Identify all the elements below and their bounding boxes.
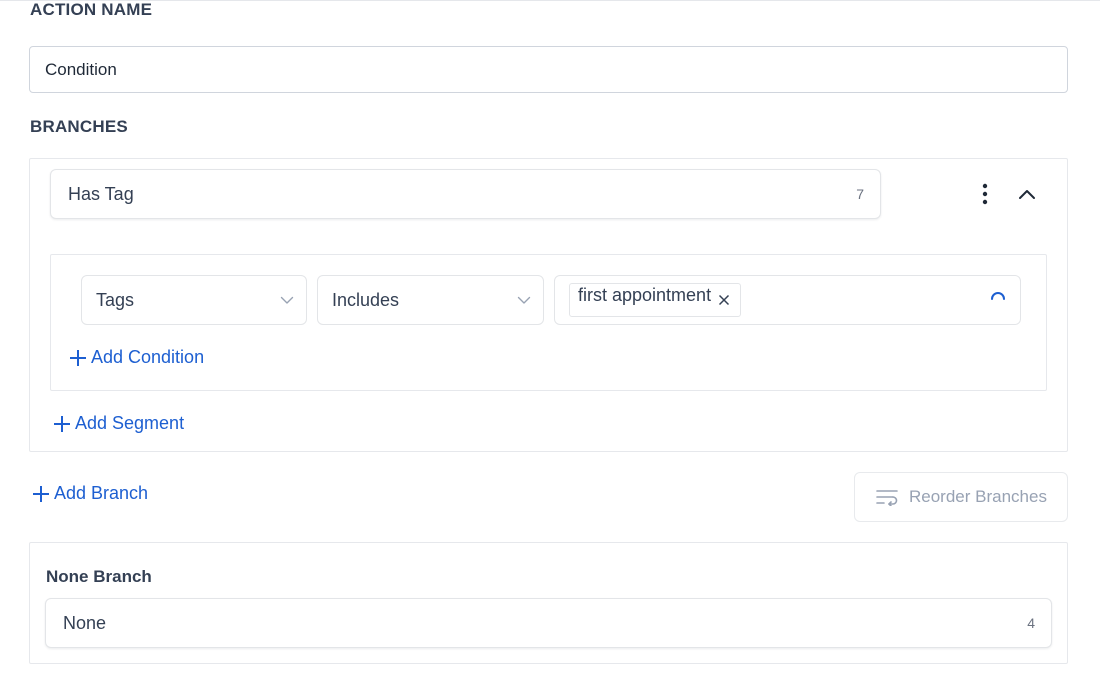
top-divider (0, 0, 1100, 1)
branches-label: BRANCHES (30, 117, 128, 136)
chevron-down-icon (517, 296, 531, 304)
condition-field-value: Tags (96, 289, 135, 310)
reorder-icon (876, 490, 898, 506)
tag-chip: first appointment (569, 283, 742, 317)
condition-operator-select[interactable]: Includes (317, 275, 544, 325)
collapse-chevron-up-icon[interactable] (1013, 180, 1041, 208)
none-branch-input[interactable]: None 4 (45, 598, 1052, 648)
plus-icon (33, 485, 49, 502)
branch-name-char-count: 7 (856, 186, 864, 202)
add-condition-label: Add Condition (91, 347, 205, 367)
add-condition-button[interactable]: Add Condition (69, 347, 204, 368)
none-branch-char-count: 4 (1027, 615, 1035, 631)
remove-tag-icon[interactable] (718, 294, 730, 306)
add-branch-label: Add Branch (54, 483, 149, 503)
none-branch-label: None Branch (46, 567, 152, 586)
action-name-label: ACTION NAME (30, 0, 153, 19)
add-segment-button[interactable]: Add Segment (53, 413, 184, 434)
none-branch-value: None (63, 612, 107, 633)
action-name-input[interactable]: Condition (29, 46, 1068, 93)
chevron-down-icon (280, 296, 294, 304)
loading-spinner-icon (991, 292, 1005, 300)
branch-name-input[interactable]: Has Tag 7 (50, 169, 881, 219)
add-branch-button[interactable]: Add Branch (32, 483, 148, 504)
reorder-branches-label: Reorder Branches (909, 487, 1047, 506)
more-options-icon[interactable] (971, 180, 999, 208)
tag-chip-label: first appointment (578, 284, 712, 305)
condition-operator-value: Includes (332, 289, 400, 310)
condition-field-select[interactable]: Tags (81, 275, 307, 325)
add-segment-label: Add Segment (75, 413, 185, 433)
branch-name-value: Has Tag (68, 183, 134, 204)
reorder-branches-button[interactable]: Reorder Branches (854, 472, 1068, 522)
plus-icon (54, 415, 70, 432)
plus-icon (70, 349, 86, 366)
